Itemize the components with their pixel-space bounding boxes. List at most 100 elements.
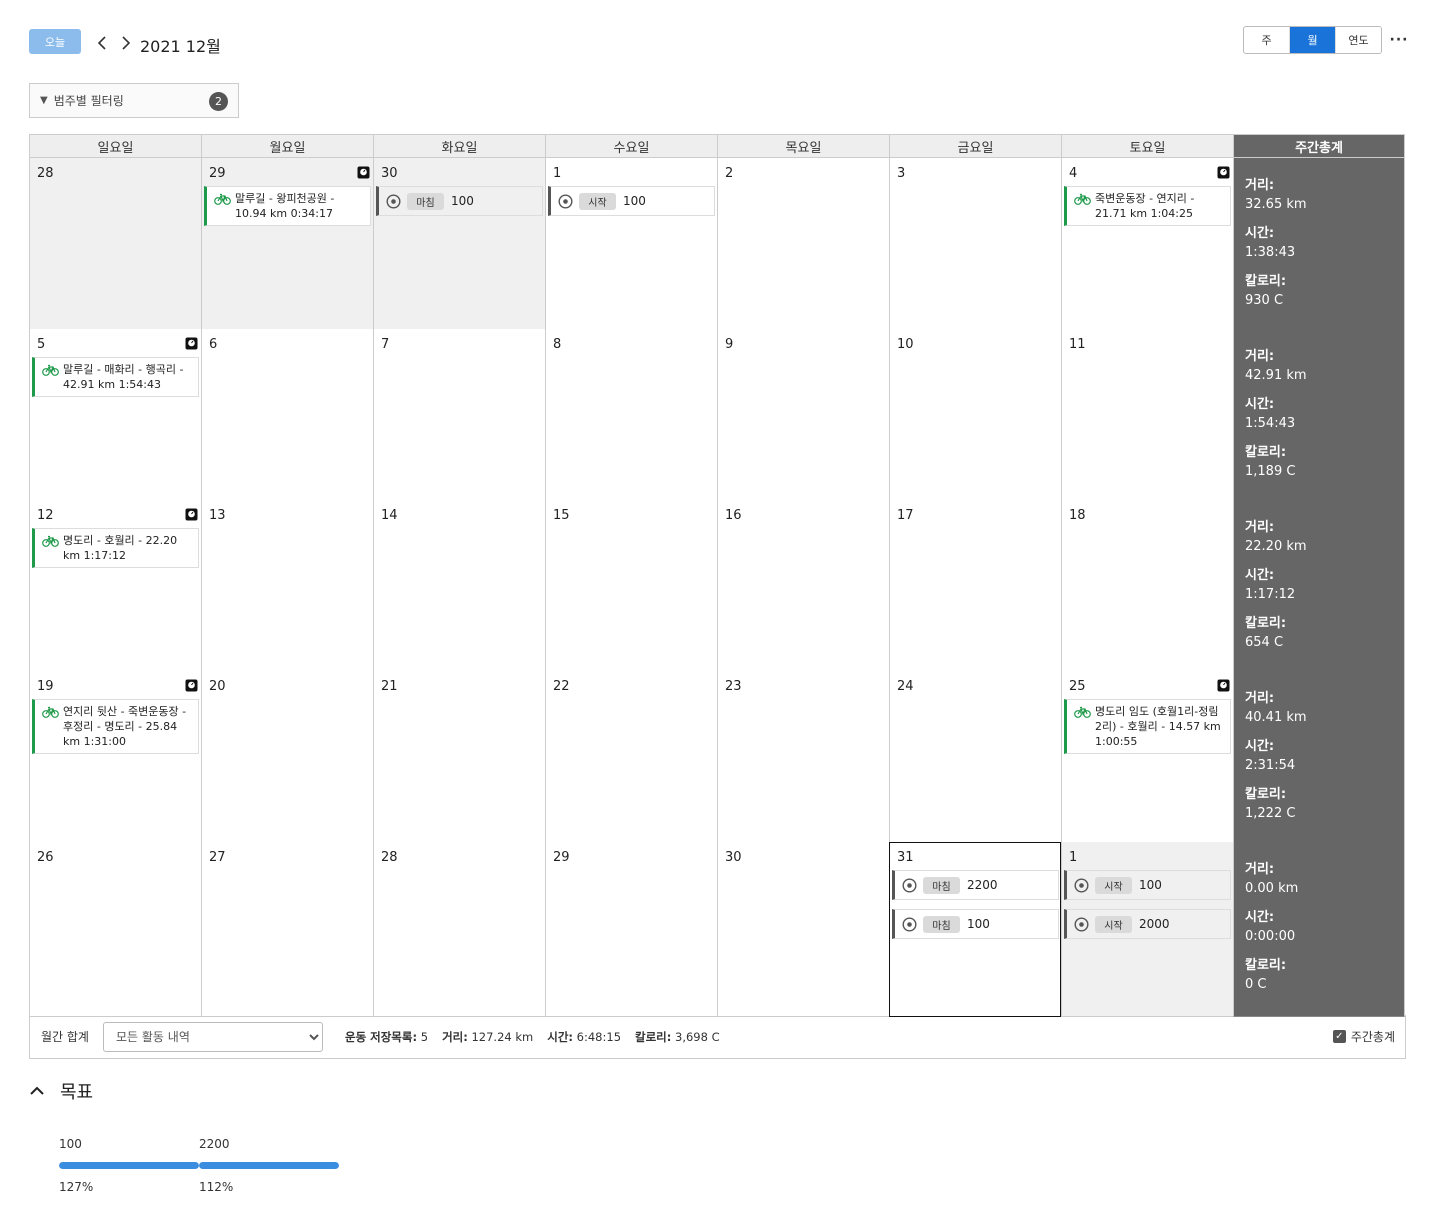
- weekday-header-cell: 금요일: [889, 134, 1061, 158]
- calendar-day-cell[interactable]: 12 명도리 - 호월리 - 22.20 km 1:17:12: [29, 500, 201, 675]
- calendar-day-cell[interactable]: 28: [29, 158, 201, 333]
- weekly-total-cell: 거리: 40.41 km 시간: 2:31:54 칼로리: 1,222 C: [1233, 671, 1405, 846]
- calendar-day-cell[interactable]: 6: [201, 329, 373, 504]
- weekly-time-value: 1:38:43: [1245, 245, 1296, 260]
- view-year-button[interactable]: 연도: [1336, 27, 1381, 53]
- goal-progress-item[interactable]: 100 127%: [59, 1137, 199, 1194]
- calendar-day-cell[interactable]: 7: [373, 329, 545, 504]
- scale-icon[interactable]: [357, 166, 370, 179]
- day-number: 5: [37, 337, 46, 352]
- calendar-day-cell[interactable]: 24: [889, 671, 1061, 846]
- scale-icon[interactable]: [1217, 679, 1230, 692]
- goal-entry[interactable]: 마침 100: [892, 909, 1059, 939]
- view-month-button[interactable]: 월: [1290, 27, 1336, 53]
- day-number: 24: [897, 679, 914, 694]
- calendar-day-cell[interactable]: 31 마침 2200 마침 100: [889, 842, 1061, 1017]
- bicycle-icon: [42, 706, 59, 718]
- activity-entry[interactable]: 명도리 임도 (호월1리-정림2리) - 호월리 - 14.57 km 1:00…: [1064, 699, 1231, 754]
- category-filter[interactable]: ▼ 범주별 필터링 2: [29, 83, 239, 118]
- calendar-day-cell[interactable]: 28: [373, 842, 545, 1017]
- weekly-distance-value: 0.00 km: [1245, 881, 1299, 896]
- goal-entry[interactable]: 시작 100: [1064, 870, 1231, 900]
- weekly-time-label: 시간:: [1245, 568, 1275, 583]
- goal-entry[interactable]: 시작 2000: [1064, 909, 1231, 939]
- calendar-day-cell[interactable]: 26: [29, 842, 201, 1017]
- goal-entry[interactable]: 마침 100: [376, 186, 543, 216]
- calendar-day-cell[interactable]: 22: [545, 671, 717, 846]
- weekly-calories-value: 1,189 C: [1245, 464, 1296, 479]
- weekly-total-cell: 거리: 32.65 km 시간: 1:38:43 칼로리: 930 C: [1233, 158, 1405, 333]
- calendar-day-cell[interactable]: 14: [373, 500, 545, 675]
- activity-entry[interactable]: 연지리 뒷산 - 죽변운동장 - 후정리 - 명도리 - 25.84 km 1:…: [32, 699, 199, 754]
- weekly-calories-label: 칼로리:: [1245, 274, 1287, 289]
- calendar-day-cell[interactable]: 5 말루길 - 매화리 - 행곡리 - 42.91 km 1:54:43: [29, 329, 201, 504]
- calendar-day-cell[interactable]: 29: [545, 842, 717, 1017]
- goal-value: 100: [1139, 878, 1162, 892]
- calendar-day-cell[interactable]: 4 죽변운동장 - 연지리 - 21.71 km 1:04:25: [1061, 158, 1233, 333]
- calendar-day-cell[interactable]: 16: [717, 500, 889, 675]
- calendar-day-cell[interactable]: 10: [889, 329, 1061, 504]
- more-options-button[interactable]: ···: [1390, 30, 1408, 50]
- weekly-total-toggle[interactable]: ✓ 주간총계: [1332, 1028, 1395, 1045]
- activity-entry[interactable]: 명도리 - 호월리 - 22.20 km 1:17:12: [32, 528, 199, 568]
- goal-tag: 시작: [1095, 915, 1132, 933]
- day-number: 3: [897, 166, 906, 181]
- calendar-day-cell[interactable]: 8: [545, 329, 717, 504]
- goal-value: 100: [623, 194, 646, 208]
- calendar-day-cell[interactable]: 29 말루길 - 왕피천공원 - 10.94 km 0:34:17: [201, 158, 373, 333]
- calendar-day-cell[interactable]: 23: [717, 671, 889, 846]
- goal-tag: 시작: [1095, 876, 1132, 894]
- calendar-day-cell[interactable]: 11: [1061, 329, 1233, 504]
- activity-entry[interactable]: 말루길 - 왕피천공원 - 10.94 km 0:34:17: [204, 186, 371, 226]
- prev-month-button[interactable]: [93, 33, 111, 53]
- calendar-day-cell[interactable]: 13: [201, 500, 373, 675]
- goals-section-title: 목표: [60, 1082, 94, 1103]
- calendar-day-cell[interactable]: 25 명도리 임도 (호월1리-정림2리) - 호월리 - 14.57 km 1:…: [1061, 671, 1233, 846]
- today-button[interactable]: 오늘: [29, 29, 81, 54]
- goal-tag: 마침: [923, 915, 960, 933]
- day-number: 31: [897, 850, 914, 865]
- day-number: 11: [1069, 337, 1086, 352]
- weekday-header-cell: 목요일: [717, 134, 889, 158]
- distance-label: 거리:: [442, 1029, 468, 1044]
- weekly-distance-value: 22.20 km: [1245, 539, 1307, 554]
- calendar-day-cell[interactable]: 27: [201, 842, 373, 1017]
- weekly-distance-label: 거리:: [1245, 349, 1275, 364]
- scale-icon[interactable]: [185, 337, 198, 350]
- page-title: 2021 12월: [140, 37, 221, 56]
- next-month-button[interactable]: [117, 33, 135, 53]
- goal-progress-item[interactable]: 2200 112%: [199, 1137, 339, 1194]
- activity-entry[interactable]: 죽변운동장 - 연지리 - 21.71 km 1:04:25: [1064, 186, 1231, 226]
- calendar-day-cell[interactable]: 18: [1061, 500, 1233, 675]
- monthly-total-label: 월간 합계: [41, 1030, 89, 1044]
- checkbox-checked-icon[interactable]: ✓: [1332, 1030, 1346, 1043]
- calendar-day-cell[interactable]: 17: [889, 500, 1061, 675]
- view-week-button[interactable]: 주: [1244, 27, 1290, 53]
- calendar-day-cell[interactable]: 1 시작 100: [545, 158, 717, 333]
- goal-entry[interactable]: 시작 100: [548, 186, 715, 216]
- goal-entry[interactable]: 마침 2200: [892, 870, 1059, 900]
- calendar-day-cell[interactable]: 30: [717, 842, 889, 1017]
- scale-icon[interactable]: [185, 679, 198, 692]
- goal-target-value: 2200: [199, 1137, 230, 1151]
- weekly-time-value: 2:31:54: [1245, 758, 1296, 773]
- calendar-day-cell[interactable]: 15: [545, 500, 717, 675]
- month-calendar: 일요일 월요일 화요일 수요일 목요일 금요일 토요일 주간총계 28 29 말루길 - 왕피천공…: [29, 134, 1406, 1017]
- day-number: 19: [37, 679, 54, 694]
- calendar-day-cell[interactable]: 30 마침 100: [373, 158, 545, 333]
- calendar-day-cell[interactable]: 3: [889, 158, 1061, 333]
- calendar-day-cell[interactable]: 19 연지리 뒷산 - 죽변운동장 - 후정리 - 명도리 - 25.84 km …: [29, 671, 201, 846]
- day-number: 1: [1069, 850, 1078, 865]
- weekly-calories-value: 930 C: [1245, 293, 1284, 308]
- scale-icon[interactable]: [185, 508, 198, 521]
- calendar-day-cell[interactable]: 9: [717, 329, 889, 504]
- calendar-day-cell[interactable]: 2: [717, 158, 889, 333]
- activity-entry[interactable]: 말루길 - 매화리 - 행곡리 - 42.91 km 1:54:43: [32, 357, 199, 397]
- goals-section-toggle[interactable]: 목표: [29, 1078, 93, 1104]
- scale-icon[interactable]: [1217, 166, 1230, 179]
- calendar-day-cell[interactable]: 1 시작 100 시작 2000: [1061, 842, 1233, 1017]
- calendar-day-cell[interactable]: 21: [373, 671, 545, 846]
- activity-type-select[interactable]: 모든 활동 내역: [102, 1021, 323, 1052]
- weekly-calories-label: 칼로리:: [1245, 445, 1287, 460]
- calendar-day-cell[interactable]: 20: [201, 671, 373, 846]
